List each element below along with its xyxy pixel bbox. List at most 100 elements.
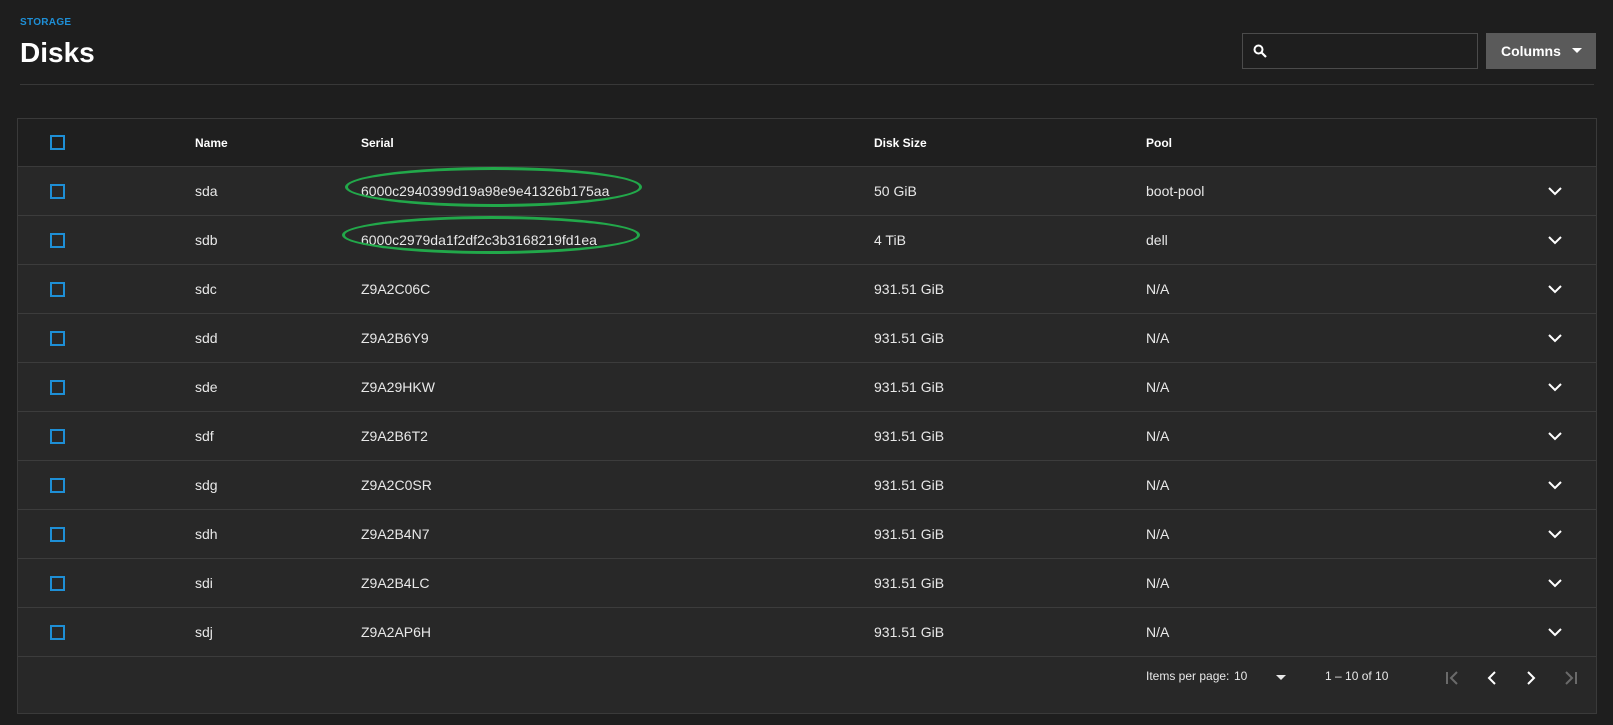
page-range-label: 1 – 10 of 10 [1325, 669, 1389, 683]
chevron-down-icon [1548, 529, 1562, 538]
cell-serial: Z9A2B4N7 [361, 526, 430, 542]
cell-disk-size: 931.51 GiB [874, 428, 945, 444]
expand-row-button[interactable] [1545, 510, 1565, 558]
items-per-page-label: Items per page: [1146, 669, 1230, 683]
cell-name: sdi [195, 575, 213, 591]
cell-name: sdb [195, 232, 218, 248]
table-row[interactable]: sdg Z9A2C0SR 931.51 GiB N/A [18, 461, 1596, 510]
cell-serial: Z9A2B6Y9 [361, 330, 429, 346]
chevron-down-icon [1548, 284, 1562, 293]
row-checkbox[interactable] [50, 281, 65, 297]
row-checkbox[interactable] [50, 183, 65, 199]
row-checkbox[interactable] [50, 428, 65, 444]
next-page-button[interactable] [1520, 667, 1542, 689]
first-page-icon [1446, 671, 1458, 685]
table-footer: Items per page: 10 1 – 10 of 10 [18, 647, 1596, 715]
cell-name: sdf [195, 428, 214, 444]
cell-name: sdc [195, 281, 217, 297]
cell-serial: 6000c2940399d19a98e9e41326b175aa [361, 183, 610, 199]
table-row[interactable]: sdi Z9A2B4LC 931.51 GiB N/A [18, 559, 1596, 608]
cell-serial: Z9A2B4LC [361, 575, 430, 591]
cell-pool: N/A [1146, 330, 1170, 346]
cell-disk-size: 4 TiB [874, 232, 906, 248]
table-row[interactable]: sda 6000c2940399d19a98e9e41326b175aa 50 Gi… [18, 167, 1596, 216]
cell-name: sda [195, 183, 218, 199]
expand-row-button[interactable] [1545, 412, 1565, 460]
table-row[interactable]: sdf Z9A2B6T2 931.51 GiB N/A [18, 412, 1596, 461]
last-page-icon [1565, 671, 1577, 685]
select-all-checkbox[interactable] [50, 135, 65, 150]
cell-name: sde [195, 379, 218, 395]
expand-row-button[interactable] [1545, 363, 1565, 411]
expand-row-button[interactable] [1545, 216, 1565, 264]
column-header-disk-size[interactable]: Disk Size [874, 119, 927, 166]
cell-disk-size: 931.51 GiB [874, 379, 945, 395]
column-header-pool[interactable]: Pool [1146, 119, 1172, 166]
expand-row-button[interactable] [1545, 265, 1565, 313]
expand-row-button[interactable] [1545, 314, 1565, 362]
cell-pool: dell [1146, 232, 1168, 248]
row-checkbox[interactable] [50, 477, 65, 493]
cell-serial: 6000c2979da1f2df2c3b3168219fd1ea [361, 232, 597, 248]
column-header-serial[interactable]: Serial [361, 119, 394, 166]
expand-row-button[interactable] [1545, 167, 1565, 215]
cell-serial: Z9A2C06C [361, 281, 431, 297]
cell-disk-size: 931.51 GiB [874, 575, 945, 591]
expand-row-button[interactable] [1545, 461, 1565, 509]
chevron-down-icon [1548, 578, 1562, 587]
chevron-left-icon [1487, 671, 1496, 685]
search-icon [1253, 44, 1267, 58]
row-checkbox[interactable] [50, 575, 65, 591]
cell-pool: N/A [1146, 379, 1170, 395]
table-row[interactable]: sdd Z9A2B6Y9 931.51 GiB N/A [18, 314, 1596, 363]
expand-row-button[interactable] [1545, 559, 1565, 607]
breadcrumb[interactable]: STORAGE [20, 17, 71, 28]
row-checkbox[interactable] [50, 330, 65, 346]
chevron-down-icon [1548, 382, 1562, 391]
cell-pool: N/A [1146, 281, 1170, 297]
row-checkbox[interactable] [50, 379, 65, 395]
columns-button-label: Columns [1501, 43, 1561, 59]
cell-pool: N/A [1146, 428, 1170, 444]
cell-disk-size: 931.51 GiB [874, 281, 945, 297]
table-row[interactable]: sdh Z9A2B4N7 931.51 GiB N/A [18, 510, 1596, 559]
table-row[interactable]: sdc Z9A2C06C 931.51 GiB N/A [18, 265, 1596, 314]
cell-disk-size: 50 GiB [874, 183, 917, 199]
caret-down-icon[interactable] [1276, 675, 1286, 680]
cell-disk-size: 931.51 GiB [874, 330, 945, 346]
column-header-name[interactable]: Name [195, 119, 228, 166]
cell-disk-size: 931.51 GiB [874, 477, 945, 493]
cell-name: sdh [195, 526, 218, 542]
row-checkbox[interactable] [50, 624, 65, 640]
last-page-button[interactable] [1559, 667, 1581, 689]
table-header: Name Serial Disk Size Pool [18, 119, 1596, 167]
cell-serial: Z9A2C0SR [361, 477, 432, 493]
cell-pool: boot-pool [1146, 183, 1205, 199]
cell-pool: N/A [1146, 575, 1170, 591]
search-input[interactable] [1275, 34, 1475, 68]
chevron-down-icon [1548, 333, 1562, 342]
page-title: Disks [20, 37, 95, 68]
table-row[interactable]: sdb 6000c2979da1f2df2c3b3168219fd1ea 4 TiB… [18, 216, 1596, 265]
table-row[interactable]: sde Z9A29HKW 931.51 GiB N/A [18, 363, 1596, 412]
cell-name: sdg [195, 477, 218, 493]
first-page-button[interactable] [1442, 667, 1464, 689]
chevron-down-icon [1548, 186, 1562, 195]
chevron-right-icon [1527, 671, 1536, 685]
cell-disk-size: 931.51 GiB [874, 526, 945, 542]
chevron-down-icon [1548, 627, 1562, 636]
row-checkbox[interactable] [50, 232, 65, 248]
previous-page-button[interactable] [1481, 667, 1503, 689]
row-checkbox[interactable] [50, 526, 65, 542]
cell-name: sdd [195, 330, 218, 346]
disks-table: Name Serial Disk Size Pool sda 6000c29403… [17, 118, 1597, 714]
chevron-down-icon [1548, 480, 1562, 489]
chevron-down-icon [1548, 431, 1562, 440]
items-per-page-select[interactable]: 10 [1234, 669, 1247, 683]
header-divider [20, 84, 1594, 85]
cell-pool: N/A [1146, 526, 1170, 542]
search-box[interactable] [1242, 33, 1478, 69]
chevron-down-icon [1548, 235, 1562, 244]
cell-serial: Z9A29HKW [361, 379, 435, 395]
columns-button[interactable]: Columns [1486, 33, 1596, 69]
